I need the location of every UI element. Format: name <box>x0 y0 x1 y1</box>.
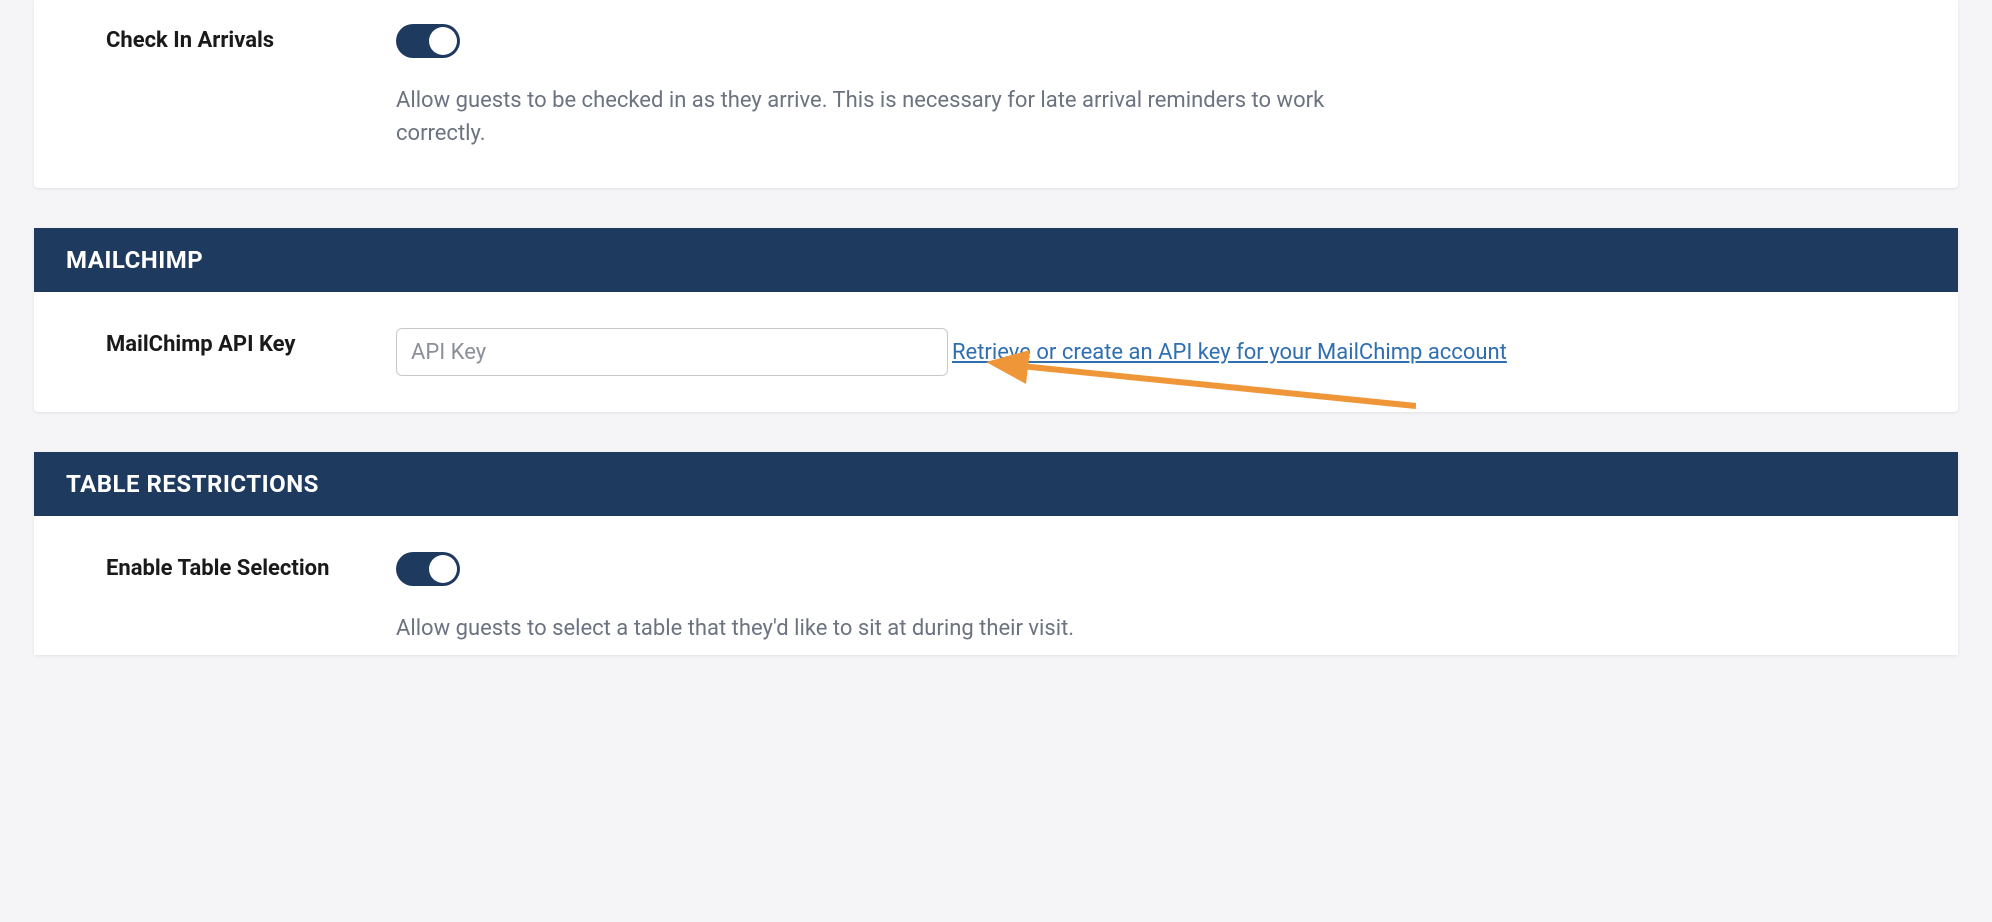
mailchimp-retrieve-link[interactable]: Retrieve or create an API key for your M… <box>952 340 1507 365</box>
mailchimp-api-key-input[interactable] <box>396 328 948 376</box>
enable-table-label: Enable Table Selection <box>106 552 396 581</box>
table-restrictions-header: TABLE RESTRICTIONS <box>34 452 1958 516</box>
mailchimp-header: MAILCHIMP <box>34 228 1958 292</box>
checkin-label: Check In Arrivals <box>106 24 396 53</box>
enable-table-row: Enable Table Selection Allow guests to s… <box>106 552 1886 645</box>
panel-mailchimp: MAILCHIMP MailChimp API Key Retrieve or … <box>34 228 1958 412</box>
enable-table-toggle[interactable] <box>396 552 460 586</box>
checkin-row: Check In Arrivals Allow guests to be che… <box>106 24 1886 150</box>
panel-table-restrictions: TABLE RESTRICTIONS Enable Table Selectio… <box>34 452 1958 655</box>
panel-checkin-fragment: Check In Arrivals Allow guests to be che… <box>34 0 1958 188</box>
toggle-knob-icon <box>429 555 457 583</box>
checkin-toggle[interactable] <box>396 24 460 58</box>
toggle-knob-icon <box>429 27 457 55</box>
enable-table-help: Allow guests to select a table that they… <box>396 612 1376 645</box>
mailchimp-row: MailChimp API Key Retrieve or create an … <box>106 328 1886 376</box>
checkin-help: Allow guests to be checked in as they ar… <box>396 84 1376 150</box>
mailchimp-api-key-label: MailChimp API Key <box>106 328 396 357</box>
